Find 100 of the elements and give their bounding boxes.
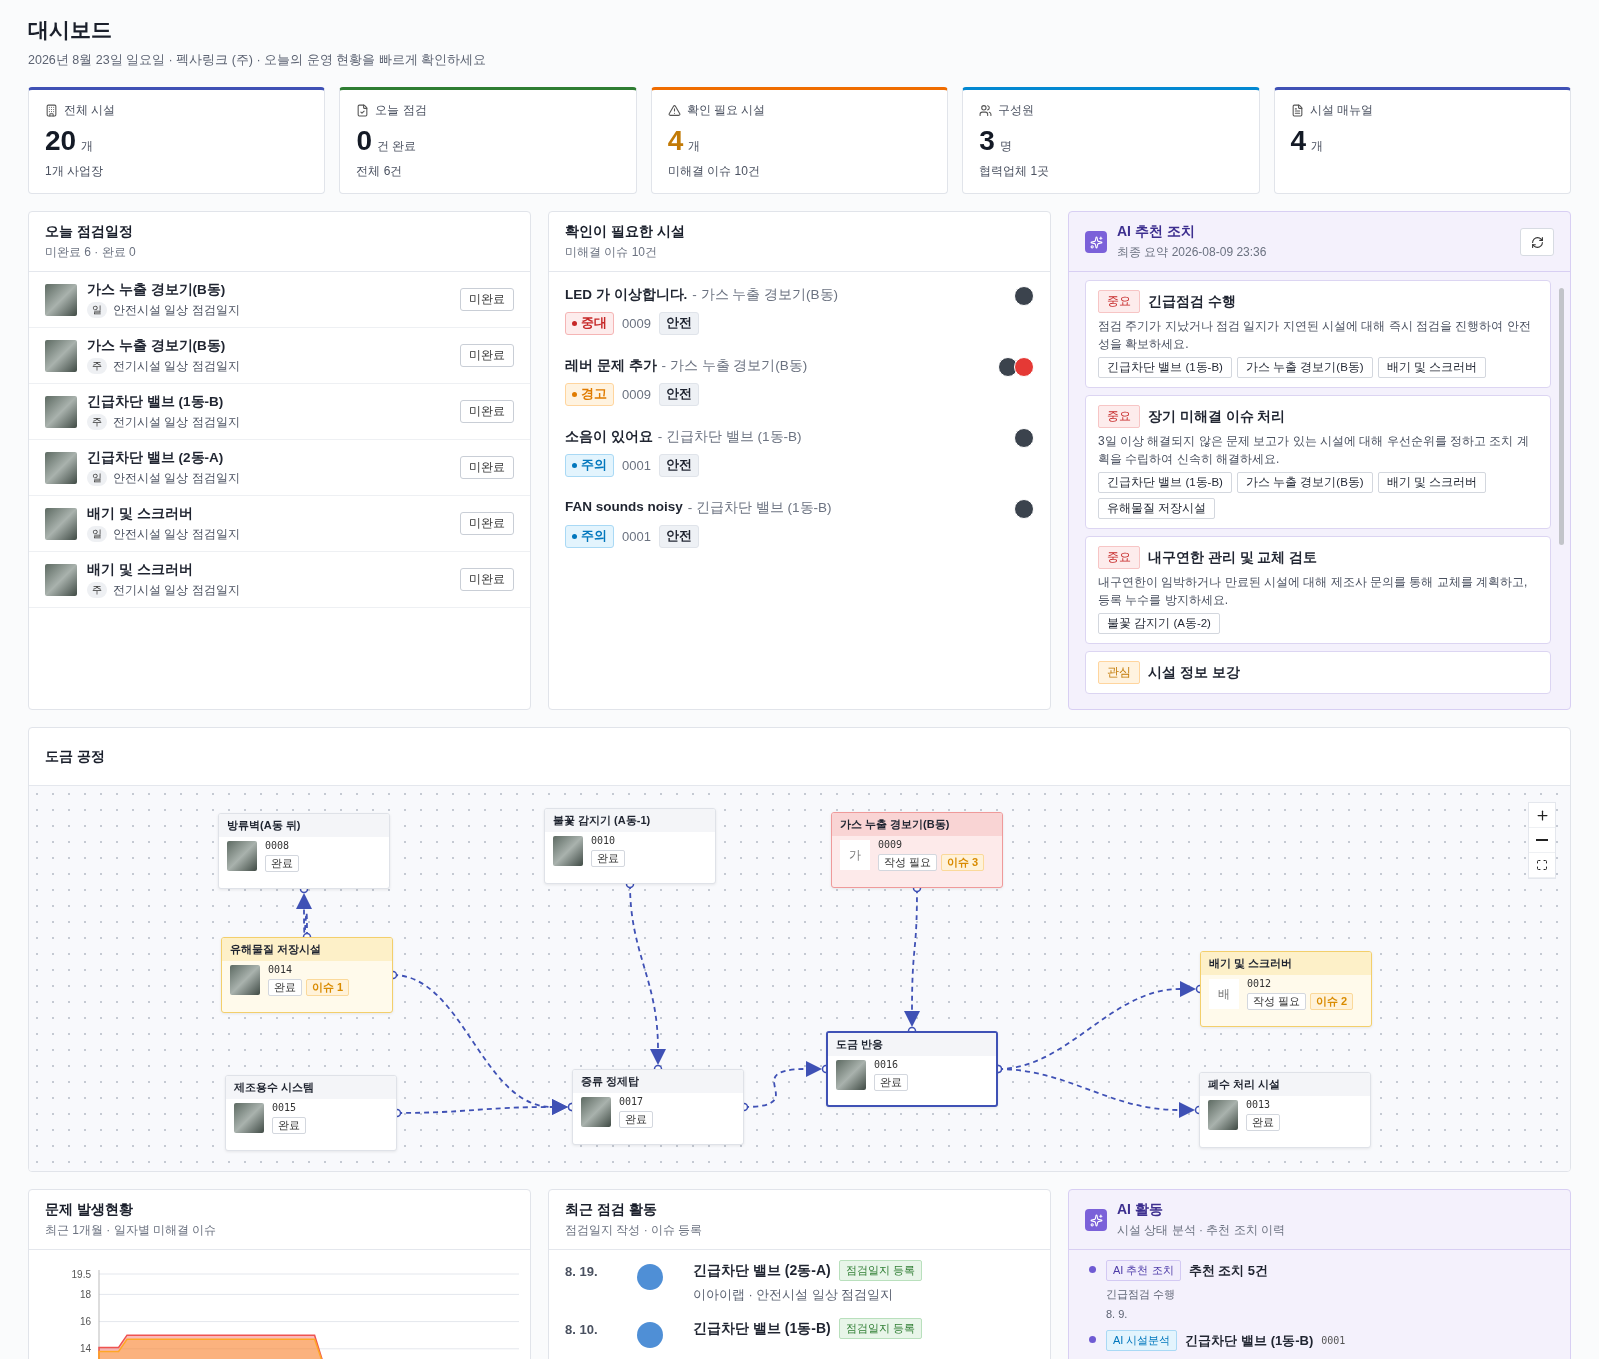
node-title: 가스 누출 경보기(B동) <box>832 813 1002 836</box>
process-node[interactable]: 폐수 처리 시설 0013 완료 <box>1199 1072 1371 1148</box>
letter-avatar: 가 <box>840 840 870 870</box>
sparkle-icon <box>1085 1209 1107 1231</box>
facility-tag[interactable]: 배기 및 스크러버 <box>1377 357 1487 378</box>
node-code: 0017 <box>619 1096 645 1107</box>
status-button[interactable]: 미완료 <box>460 344 514 367</box>
panel-title: AI 추천 조치 <box>1117 223 1196 241</box>
photo-placeholder <box>836 1060 866 1090</box>
schedule-row[interactable]: 배기 및 스크러버 주 전기시설 일상 점검일지 미완료 <box>29 552 530 608</box>
recommendation-title: 긴급점검 수행 <box>1148 292 1236 311</box>
scrollbar[interactable] <box>1559 288 1564 546</box>
log-name: 안전시설 일상 점검일지 <box>113 469 240 487</box>
node-title: 불꽃 감지기 (A동-1) <box>545 809 715 832</box>
facility-code: 0009 <box>622 387 651 402</box>
stat-caption: 1개 사업장 <box>45 163 104 180</box>
stat-label: 시설 매뉴얼 <box>1309 102 1373 119</box>
facility-code: 0001 <box>1321 1335 1346 1346</box>
issue-title: FAN sounds noisy <box>565 499 683 516</box>
status-tag: 작성 필요 <box>1247 993 1307 1010</box>
node-title: 유해물질 저장시설 <box>222 938 392 961</box>
minus-icon <box>1536 839 1548 841</box>
panel-title: 오늘 점검일정 <box>45 223 134 241</box>
node-title: 배기 및 스크러버 <box>1201 952 1371 975</box>
process-node[interactable]: 가스 누출 경보기(B동) 가 0009 작성 필요 이슈 3 <box>831 812 1003 888</box>
status-button[interactable]: 미완료 <box>460 456 514 479</box>
facility-tag[interactable]: 유해물질 저장시설 <box>1098 498 1216 519</box>
refresh-button[interactable] <box>1520 228 1554 256</box>
schedule-row[interactable]: 가스 누출 경보기(B동) 일 안전시설 일상 점검일지 미완료 <box>29 272 530 328</box>
panel-subtitle: 미완료 6 · 완료 0 <box>45 244 137 261</box>
process-node[interactable]: 도금 반응 0016 완료 <box>826 1031 998 1107</box>
panel-subtitle: 최근 1개월 · 일자별 미해결 이슈 <box>45 1222 218 1239</box>
category-tag: 안전 <box>658 312 699 335</box>
stat-value: 4 <box>1290 125 1307 157</box>
log-name: 전기시설 일상 점검일지 <box>113 581 240 599</box>
node-title: 도금 반응 <box>828 1033 996 1056</box>
schedule-row[interactable]: 배기 및 스크러버 일 안전시설 일상 점검일지 미완료 <box>29 496 530 552</box>
status-tag: 완료 <box>591 850 625 867</box>
process-node[interactable]: 방류벽(A동 뒤) 0008 완료 <box>218 813 390 889</box>
timeline-dot <box>1089 1266 1096 1273</box>
log-name: 전기시설 일상 점검일지 <box>113 357 240 375</box>
document-check-icon <box>356 104 370 117</box>
stat-unit: 개 <box>81 138 94 155</box>
recommendation-title: 시설 정보 보강 <box>1148 663 1240 682</box>
process-node[interactable]: 제조용수 시스템 0015 완료 <box>225 1075 397 1151</box>
avatar <box>637 1264 663 1290</box>
panel-title: AI 활동 <box>1117 1201 1164 1219</box>
issue-title: 레버 문제 추가 <box>565 357 657 375</box>
document-icon <box>1290 104 1304 117</box>
facility-name: 긴급차단 밸브 (1동-B) <box>87 392 225 411</box>
status-button[interactable]: 미완료 <box>460 288 514 311</box>
recommendation-text: 내구연한이 임박하거나 만료된 시설에 대해 제조사 문의를 통해 교체를 계획하고, 등록 누수를 방지하세요. <box>1098 574 1529 609</box>
facility-tag[interactable]: 긴급차단 밸브 (1동-B) <box>1098 472 1232 493</box>
status-button[interactable]: 미완료 <box>460 400 514 423</box>
facility-tag[interactable]: 배기 및 스크러버 <box>1377 472 1487 493</box>
schedule-row[interactable]: 가스 누출 경보기(B동) 주 전기시설 일상 점검일지 미완료 <box>29 328 530 384</box>
issue-tag: 이슈 3 <box>941 854 985 871</box>
axis-label: 14 <box>79 1343 91 1355</box>
process-node[interactable]: 유해물질 저장시설 0014 완료 이슈 1 <box>221 937 393 1013</box>
facility-tag[interactable]: 불꽃 감지기 (A동-2) <box>1098 613 1220 634</box>
process-node[interactable]: 증류 정제탑 0017 완료 <box>572 1069 744 1145</box>
facility-code: 0009 <box>622 316 651 331</box>
facility-name: 배기 및 스크러버 <box>87 504 194 523</box>
panel-title: 확인이 필요한 시설 <box>565 223 686 241</box>
issue-facility: - 긴급차단 밸브 (1동-B) <box>687 499 832 517</box>
stat-unit: 명 <box>999 138 1012 155</box>
axis-label: 18 <box>79 1288 91 1300</box>
node-code: 0009 <box>878 839 904 850</box>
recommendation-title: 장기 미해결 이슈 처리 <box>1148 407 1286 426</box>
page-subtitle: 2026년 8월 23일 일요일 · 펙사링크 (주) · 오늘의 운영 현황을 빠르게 확인하세요 <box>28 52 487 69</box>
panel-subtitle: 미해결 이슈 10건 <box>565 244 658 261</box>
status-tag: 완료 <box>874 1074 908 1091</box>
issue-facility: - 가스 누출 경보기(B동) <box>692 286 838 304</box>
facility-tag[interactable]: 긴급차단 밸브 (1동-B) <box>1098 357 1232 378</box>
facility-tag[interactable]: 가스 누출 경보기(B동) <box>1236 472 1373 493</box>
photo-placeholder <box>234 1103 264 1133</box>
status-button[interactable]: 미완료 <box>460 512 514 535</box>
activity-tag: 점검일지 등록 <box>838 1260 922 1281</box>
facility-tag[interactable]: 가스 누출 경보기(B동) <box>1236 357 1373 378</box>
schedule-row[interactable]: 긴급차단 밸브 (1동-B) 주 전기시설 일상 점검일지 미완료 <box>29 384 530 440</box>
facility-name: 배기 및 스크러버 <box>87 560 194 579</box>
avatar <box>637 1322 663 1348</box>
issue-title: LED 가 이상합니다. <box>565 286 688 304</box>
plus-icon <box>1534 807 1550 823</box>
stat-value: 0 <box>356 125 372 157</box>
stat-caption: 미해결 이슈 10건 <box>667 163 761 180</box>
stat-unit: 개 <box>1311 138 1324 155</box>
photo-placeholder <box>553 836 583 866</box>
photo-placeholder <box>230 965 260 995</box>
process-node[interactable]: 배기 및 스크러버 배 0012 작성 필요 이슈 2 <box>1200 951 1372 1027</box>
activity-title: 긴급차단 밸브 (1동-B) <box>1185 1331 1314 1350</box>
process-node[interactable]: 불꽃 감지기 (A동-1) 0010 완료 <box>544 808 716 884</box>
warning-icon <box>667 104 681 117</box>
refresh-icon <box>1530 235 1544 249</box>
schedule-row[interactable]: 긴급차단 밸브 (2동-A) 일 안전시설 일상 점검일지 미완료 <box>29 440 530 496</box>
facility-code: 0001 <box>622 458 651 473</box>
panel-title: 최근 점검 활동 <box>565 1201 658 1219</box>
status-button[interactable]: 미완료 <box>460 568 514 591</box>
recommendation-text: 3일 이상 해결되지 않은 문제 보고가 있는 시설에 대해 우선순위를 정하고 조치 계획을 수립하여 신속히 해결하세요. <box>1098 433 1530 468</box>
fullscreen-icon <box>1536 859 1548 871</box>
